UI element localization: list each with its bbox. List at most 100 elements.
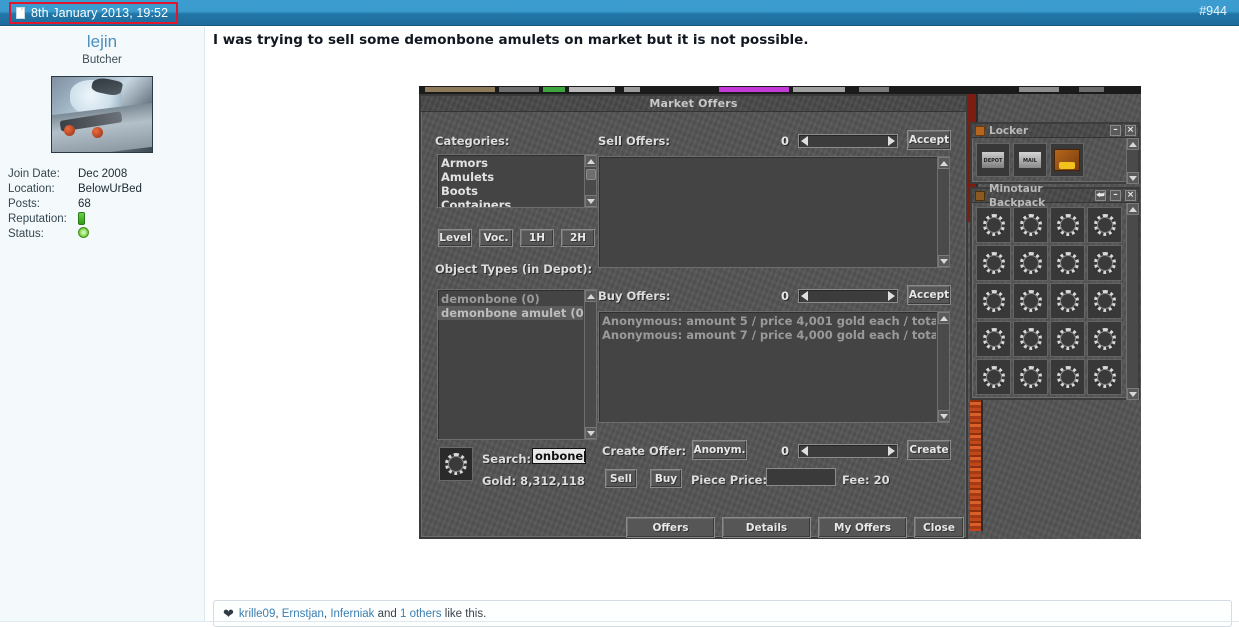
scroll-down-icon[interactable] <box>1127 388 1139 400</box>
backpack-slot[interactable] <box>1013 245 1048 281</box>
backpack-slot[interactable] <box>976 245 1011 281</box>
sell-amount-spinner[interactable] <box>798 134 898 148</box>
scroll-down-icon[interactable] <box>938 255 949 267</box>
depot-chest-slot[interactable]: DEPOT <box>976 143 1010 177</box>
category-item[interactable]: Amulets <box>438 170 583 184</box>
spinner-left-icon[interactable] <box>801 446 808 456</box>
piece-price-input[interactable] <box>766 468 836 486</box>
backpack-slot[interactable] <box>1050 245 1085 281</box>
object-types-scrollbar[interactable] <box>584 290 596 439</box>
create-amount-spinner[interactable] <box>798 444 898 458</box>
backpack-slot[interactable] <box>976 283 1011 319</box>
my-offers-tab-button[interactable]: My Offers <box>818 517 907 538</box>
backpack-scrollbar[interactable] <box>1126 203 1139 400</box>
spinner-left-icon[interactable] <box>801 291 808 301</box>
category-item[interactable]: Armors <box>438 156 583 170</box>
scroll-down-icon[interactable] <box>585 195 596 207</box>
create-amount-value: 0 <box>781 444 790 458</box>
scroll-up-icon[interactable] <box>585 155 596 167</box>
liker-link[interactable]: Inferniak <box>330 608 374 620</box>
object-type-item-selected[interactable]: demonbone amulet (0) <box>438 306 589 320</box>
gold-chest-slot[interactable] <box>1050 143 1084 177</box>
details-tab-button[interactable]: Details <box>722 517 811 538</box>
backpack-slot[interactable] <box>976 359 1011 395</box>
minimize-icon[interactable]: – <box>1110 125 1121 136</box>
scroll-up-icon[interactable] <box>1127 138 1139 150</box>
close-icon[interactable]: × <box>1125 190 1136 201</box>
sell-offers-label: Sell Offers: <box>598 134 670 148</box>
backpack-slot[interactable] <box>1087 207 1122 243</box>
buy-amount-spinner[interactable] <box>798 289 898 303</box>
close-icon[interactable]: × <box>1125 125 1136 136</box>
scroll-down-icon[interactable] <box>585 427 596 439</box>
buy-offer-row[interactable]: Anonymous: amount 5 / price 4,001 gold e… <box>599 314 936 328</box>
locker-scrollbar[interactable] <box>1126 138 1139 184</box>
scroll-up-icon[interactable] <box>585 290 596 302</box>
minimize-icon[interactable]: – <box>1110 190 1121 201</box>
backpack-slot[interactable] <box>1013 207 1048 243</box>
close-button[interactable]: Close <box>914 517 964 538</box>
spinner-right-icon[interactable] <box>888 136 895 146</box>
join-date-label: Join Date: <box>8 168 60 180</box>
categories-listbox[interactable]: Armors Amulets Boots Containers <box>437 154 597 208</box>
backpack-slot[interactable] <box>1087 321 1122 357</box>
backpack-slot[interactable] <box>1050 207 1085 243</box>
category-item[interactable]: Boots <box>438 184 583 198</box>
sell-mode-button[interactable]: Sell <box>605 469 637 488</box>
sell-offers-scrollbar[interactable] <box>937 157 949 267</box>
backpack-slot[interactable] <box>1087 283 1122 319</box>
backpack-slot[interactable] <box>1087 245 1122 281</box>
post-number-link[interactable]: #944 <box>1199 4 1227 18</box>
spinner-left-icon[interactable] <box>801 136 808 146</box>
filter-level-button[interactable]: Level <box>438 229 472 247</box>
scroll-up-icon[interactable] <box>938 312 949 324</box>
scroll-thumb[interactable] <box>586 169 596 180</box>
scroll-up-icon[interactable] <box>1127 203 1139 215</box>
sell-offers-listbox[interactable] <box>598 156 950 268</box>
buy-accept-button[interactable]: Accept <box>907 285 951 305</box>
anonym-button[interactable]: Anonym. <box>692 440 747 460</box>
search-input[interactable]: onbone <box>532 448 586 464</box>
buy-offer-row[interactable]: Anonymous: amount 7 / price 4,000 gold e… <box>599 328 936 342</box>
post-date-highlight[interactable]: 8th January 2013, 19:52 <box>9 2 179 24</box>
backpack-slot[interactable] <box>1013 359 1048 395</box>
filter-voc-button[interactable]: Voc. <box>479 229 513 247</box>
backpack-slot[interactable] <box>976 207 1011 243</box>
backpack-slot[interactable] <box>1087 359 1122 395</box>
scroll-up-icon[interactable] <box>938 157 949 169</box>
locker-title-bar[interactable]: Locker – × <box>972 124 1138 138</box>
backpack-slot[interactable] <box>976 321 1011 357</box>
liker-link[interactable]: krille09 <box>239 608 275 620</box>
offers-tab-button[interactable]: Offers <box>626 517 715 538</box>
resize-icon[interactable]: ⮨ <box>1095 190 1106 201</box>
spinner-right-icon[interactable] <box>888 446 895 456</box>
others-link[interactable]: 1 others <box>400 608 442 620</box>
backpack-title-bar[interactable]: Minotaur Backpack ⮨ – × <box>972 183 1138 209</box>
buy-offers-listbox[interactable]: Anonymous: amount 5 / price 4,001 gold e… <box>598 311 950 423</box>
backpack-slot[interactable] <box>1050 283 1085 319</box>
sell-accept-button[interactable]: Accept <box>907 130 951 150</box>
buy-mode-button[interactable]: Buy <box>650 469 682 488</box>
scroll-down-icon[interactable] <box>1127 172 1139 184</box>
spinner-right-icon[interactable] <box>888 291 895 301</box>
category-item[interactable]: Containers <box>438 198 583 207</box>
avatar[interactable] <box>51 76 153 153</box>
backpack-slot-grid <box>976 207 1126 395</box>
demonbone-amulet-icon <box>982 214 1005 236</box>
mailbox-slot[interactable]: MAIL <box>1013 143 1047 177</box>
scroll-down-icon[interactable] <box>938 410 949 422</box>
backpack-slot[interactable] <box>1050 359 1085 395</box>
filter-2h-button[interactable]: 2H <box>561 229 595 247</box>
categories-scrollbar[interactable] <box>584 155 596 207</box>
liker-link[interactable]: Ernstjan <box>282 608 324 620</box>
filter-1h-button[interactable]: 1H <box>520 229 554 247</box>
object-type-item[interactable]: demonbone (0) <box>438 292 583 306</box>
buy-offers-scrollbar[interactable] <box>937 312 949 422</box>
object-types-listbox[interactable]: demonbone (0) demonbone amulet (0) <box>437 289 597 440</box>
username-link[interactable]: lejin <box>0 32 204 52</box>
info-row-join-date: Join Date: Dec 2008 <box>8 167 204 182</box>
backpack-slot[interactable] <box>1013 321 1048 357</box>
create-offer-button[interactable]: Create <box>907 440 951 460</box>
backpack-slot[interactable] <box>1050 321 1085 357</box>
backpack-slot[interactable] <box>1013 283 1048 319</box>
